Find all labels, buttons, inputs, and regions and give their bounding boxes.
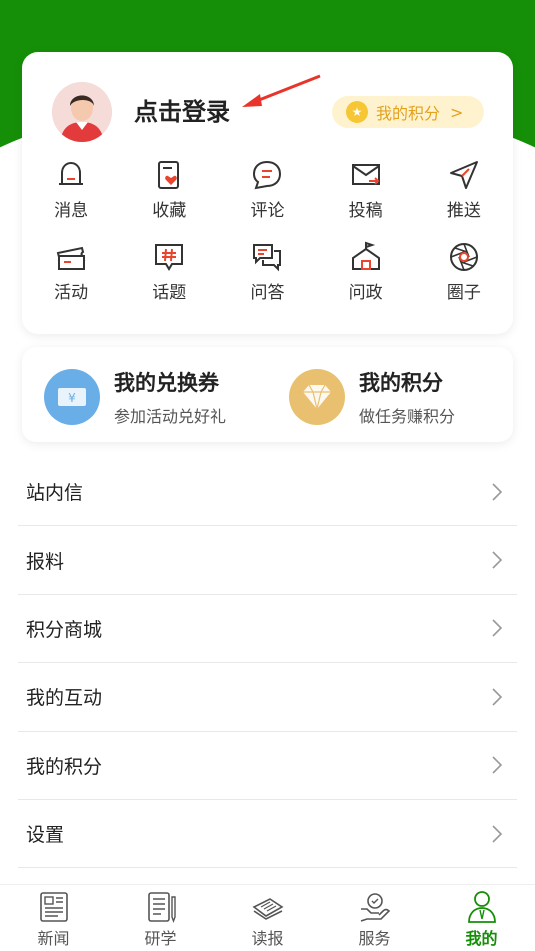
tab-label: 我的 <box>465 929 498 948</box>
quick-action-government[interactable]: 问政 <box>317 240 415 322</box>
diamond-icon <box>289 369 345 425</box>
tab-service[interactable]: 服务 <box>321 885 428 951</box>
bottom-tab-bar: 新闻 研学 读报 服务 我的 <box>0 884 535 951</box>
quick-action-push[interactable]: 推送 <box>415 158 513 240</box>
chevron-right-icon <box>492 756 503 774</box>
study-icon <box>147 892 176 923</box>
quick-action-label: 问政 <box>348 283 383 303</box>
voucher-icon: ¥ <box>44 369 100 425</box>
chevron-right-icon <box>492 688 503 706</box>
tab-label: 读报 <box>251 929 284 948</box>
ticket-icon <box>56 246 86 270</box>
quick-action-label: 活动 <box>54 283 89 303</box>
quick-action-label: 投稿 <box>348 201 383 221</box>
chevron-right-icon <box>492 551 503 569</box>
quick-action-circle[interactable]: 圈子 <box>415 240 513 322</box>
menu-item-label: 我的互动 <box>26 687 103 710</box>
menu-item-label: 积分商城 <box>26 618 103 641</box>
chevron-right-icon: > <box>450 102 464 122</box>
tab-read-paper[interactable]: 读报 <box>214 885 321 951</box>
chevron-right-icon <box>492 483 503 501</box>
menu-item-my-points[interactable]: 我的积分 <box>18 732 517 800</box>
menu-item-interactions[interactable]: 我的互动 <box>18 663 517 732</box>
avatar-image <box>52 82 112 142</box>
svg-text:¥: ¥ <box>68 391 76 405</box>
profile-icon <box>467 891 496 923</box>
menu-item-points-mall[interactable]: 积分商城 <box>18 595 517 664</box>
rewards-card: ¥ 我的兑换券 参加活动兑好礼 我的积分 做任务赚积分 <box>22 347 513 442</box>
quick-action-submit[interactable]: 投稿 <box>317 158 415 240</box>
quick-action-label: 评论 <box>250 201 285 221</box>
points-pill-label: 我的积分 <box>376 104 441 123</box>
quick-action-label: 收藏 <box>152 201 187 221</box>
chevron-right-icon <box>492 825 503 843</box>
profile-page: 点击登录 ★ 我的积分 > 消息 收藏 评论 投稿 推送 活动 话题 问答 问政… <box>0 0 535 951</box>
menu-item-label: 站内信 <box>26 482 84 505</box>
settings-menu: 站内信 报料 积分商城 我的互动 我的积分 设置 <box>18 458 517 869</box>
my-points-button[interactable]: 我的积分 做任务赚积分 <box>289 367 455 427</box>
tab-news[interactable]: 新闻 <box>0 885 107 951</box>
voucher-title: 我的兑换券 <box>114 371 219 395</box>
aperture-icon <box>449 243 478 271</box>
menu-item-label: 报料 <box>26 550 65 573</box>
qa-icon <box>253 244 282 272</box>
quick-action-events[interactable]: 活动 <box>22 240 120 322</box>
voucher-subtitle: 参加活动兑好礼 <box>114 407 227 426</box>
quick-action-label: 消息 <box>54 201 89 221</box>
menu-item-label: 我的积分 <box>26 755 103 778</box>
tab-label: 新闻 <box>37 929 70 948</box>
my-vouchers-button[interactable]: ¥ 我的兑换券 参加活动兑好礼 <box>44 367 226 427</box>
quick-action-topics[interactable]: 话题 <box>120 240 218 322</box>
coin-icon: ★ <box>346 101 368 123</box>
quick-action-label: 问答 <box>250 283 285 303</box>
login-link[interactable]: 点击登录 <box>134 92 230 127</box>
menu-item-label: 设置 <box>26 824 65 847</box>
quick-action-grid: 消息 收藏 评论 投稿 推送 活动 话题 问答 问政 圈子 <box>22 158 513 322</box>
menu-item-inbox[interactable]: 站内信 <box>18 458 517 527</box>
submit-mail-icon <box>351 164 380 185</box>
tab-profile[interactable]: 我的 <box>428 885 535 951</box>
tab-label: 研学 <box>144 929 177 948</box>
quick-action-label: 圈子 <box>446 283 481 303</box>
chevron-right-icon <box>492 619 503 638</box>
quick-action-label: 话题 <box>152 283 187 303</box>
my-points-pill[interactable]: ★ 我的积分 > <box>332 96 484 128</box>
comment-icon <box>253 160 282 190</box>
newspaper-icon <box>39 892 68 922</box>
favorite-icon <box>158 161 180 189</box>
arrow-annotation-icon <box>242 74 321 107</box>
quick-action-comments[interactable]: 评论 <box>218 158 316 240</box>
avatar[interactable] <box>52 82 112 142</box>
tab-label: 服务 <box>358 929 391 948</box>
points-subtitle: 做任务赚积分 <box>359 407 456 426</box>
topic-icon <box>155 244 184 271</box>
bell-icon <box>59 161 84 185</box>
send-icon <box>449 161 478 189</box>
user-card: 点击登录 ★ 我的积分 > 消息 收藏 评论 投稿 推送 活动 话题 问答 问政… <box>22 52 513 334</box>
read-paper-icon <box>251 898 284 920</box>
points-title: 我的积分 <box>359 371 443 395</box>
quick-action-favorites[interactable]: 收藏 <box>120 158 218 240</box>
service-icon <box>360 893 390 922</box>
quick-action-messages[interactable]: 消息 <box>22 158 120 240</box>
menu-item-settings[interactable]: 设置 <box>18 800 517 869</box>
government-icon <box>351 241 380 270</box>
quick-action-label: 推送 <box>446 201 481 221</box>
tab-study[interactable]: 研学 <box>107 885 214 951</box>
menu-item-report[interactable]: 报料 <box>18 526 517 595</box>
quick-action-qa[interactable]: 问答 <box>218 240 316 322</box>
